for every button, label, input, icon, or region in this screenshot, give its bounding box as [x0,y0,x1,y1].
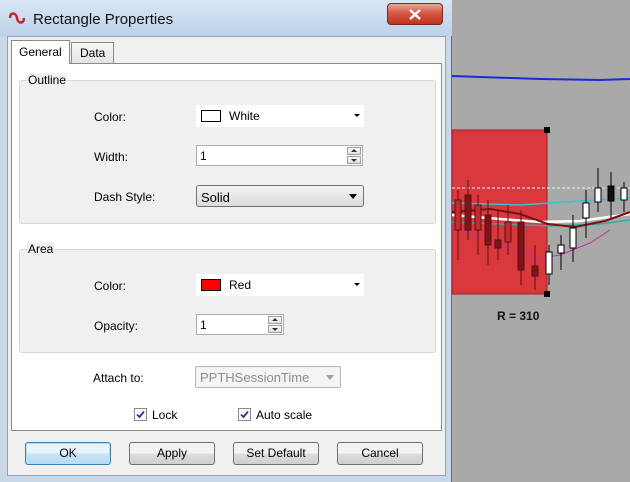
general-tab-panel: Outline Color: White Width: 1 Dash Style… [11,63,442,431]
attach-to-value: PPTHSessionTime [200,370,310,385]
stepper-down-button[interactable] [268,325,282,333]
outline-color-dropdown[interactable]: White [196,105,364,127]
app-logo-icon [9,12,25,24]
opacity-value: 1 [200,318,207,332]
chevron-down-icon [349,194,357,199]
opacity-stepper[interactable]: 1 [196,314,284,335]
stepper-up-button[interactable] [347,147,361,155]
lock-checkbox[interactable] [134,408,147,421]
rectangle-handle-top[interactable] [544,127,550,133]
outline-width-value: 1 [200,149,207,163]
dash-style-value: Solid [201,190,230,205]
area-color-label: Color: [94,279,127,293]
outline-width-label: Width: [94,150,129,164]
chevron-down-icon [326,375,334,380]
opacity-label: Opacity: [94,319,139,333]
dash-style-label: Dash Style: [94,190,156,204]
checkmark-icon [136,410,145,419]
area-group-title: Area [27,242,55,256]
rectangle-size-label: R = 310 [497,309,540,323]
close-button[interactable] [387,3,443,25]
auto-scale-checkbox[interactable] [238,408,251,421]
rectangle-properties-dialog: Rectangle Properties General Data Outlin… [0,0,452,482]
chevron-down-icon [354,114,360,117]
outline-group-title: Outline [27,73,68,87]
close-icon [409,9,421,20]
tab-data[interactable]: Data [71,42,115,64]
ok-button[interactable]: OK [25,442,111,465]
area-group: Area Color: Red Opacity: 1 [19,242,436,353]
white-swatch [201,110,221,122]
rectangle-handle-bottom[interactable] [544,291,550,297]
attach-to-dropdown[interactable]: PPTHSessionTime [195,366,341,388]
chevron-down-icon [354,283,360,286]
red-swatch [201,279,221,291]
cancel-button[interactable]: Cancel [337,442,423,465]
attach-to-label: Attach to: [93,371,144,385]
outline-width-stepper[interactable]: 1 [196,145,363,166]
dash-style-dropdown[interactable]: Solid [196,185,364,207]
dialog-body: General Data Outline Color: White Width:… [7,36,446,476]
outline-color-value: White [229,109,260,123]
tab-general[interactable]: General [11,40,70,64]
outline-group: Outline Color: White Width: 1 Dash Style… [19,73,436,224]
title-bar[interactable]: Rectangle Properties [0,0,452,36]
lock-label[interactable]: Lock [152,408,177,422]
set-default-button[interactable]: Set Default [233,442,319,465]
window-title: Rectangle Properties [33,11,174,28]
apply-button[interactable]: Apply [129,442,215,465]
auto-scale-label[interactable]: Auto scale [256,408,312,422]
area-color-value: Red [229,278,252,292]
stepper-down-button[interactable] [347,156,361,164]
stepper-up-button[interactable] [268,316,282,324]
outline-color-label: Color: [94,110,127,124]
checkmark-icon [240,410,249,419]
area-color-dropdown[interactable]: Red [196,274,364,296]
